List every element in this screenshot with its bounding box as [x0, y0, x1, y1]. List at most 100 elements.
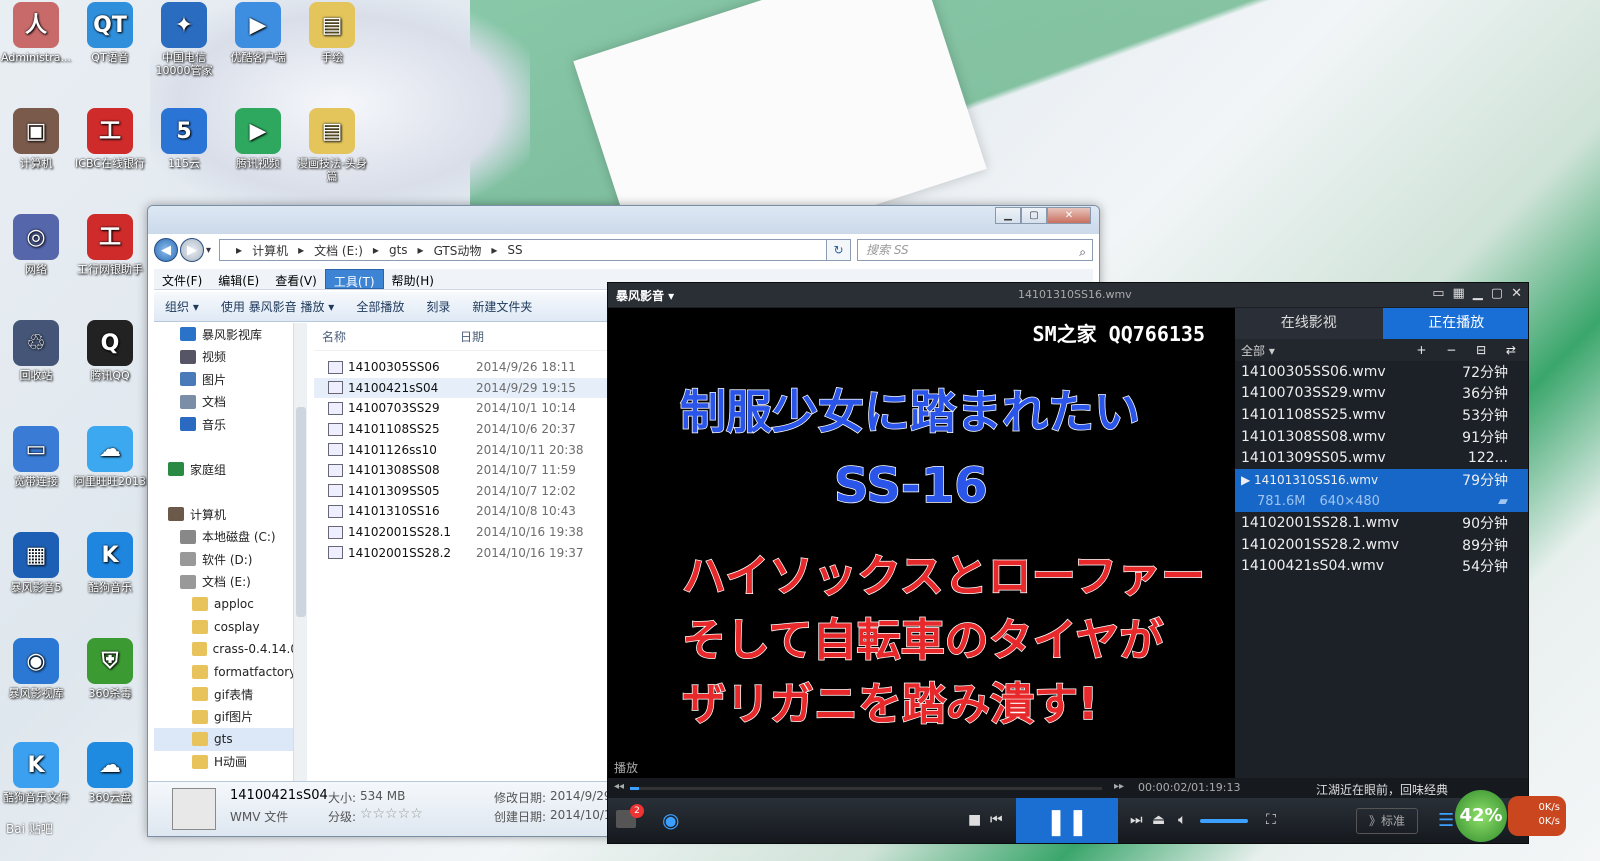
desktop-icon[interactable]: QT QT语音 — [74, 2, 146, 64]
desktop-icon[interactable]: ▤ 手绘 — [296, 2, 368, 64]
minimize-icon[interactable]: ▁ — [1473, 286, 1483, 301]
toolbar-button[interactable]: 全部播放 — [345, 298, 415, 315]
nav-item[interactable]: gts — [154, 728, 298, 751]
breadcrumb-item[interactable]: SS — [507, 243, 522, 257]
next-button[interactable]: ⏭ — [1130, 812, 1143, 828]
nav-item[interactable]: cosplay — [154, 616, 298, 639]
nav-item[interactable]: H动画 — [154, 751, 298, 774]
previous-button[interactable]: ⏮ — [990, 812, 1003, 828]
seek-back-icon[interactable]: ◂◂ — [614, 781, 624, 792]
breadcrumb-item[interactable]: 计算机 — [252, 242, 288, 259]
minimize-button[interactable]: ▁ — [995, 207, 1021, 224]
explorer-titlebar[interactable] — [148, 206, 1099, 234]
playlist-tool-icons[interactable]: + − ⊟ ⇄ — [1416, 343, 1524, 357]
address-bar[interactable]: ▸ 计算机 ▸ 文档 (E:) ▸ gts ▸ GTS动物 ▸ SS — [219, 239, 827, 261]
menu-item[interactable]: 编辑(E) — [210, 269, 267, 289]
breadcrumb-item[interactable]: GTS动物 — [434, 242, 482, 259]
nav-item[interactable]: 软件 (D:) — [154, 548, 298, 571]
menu-item[interactable]: 文件(F) — [154, 269, 210, 289]
video-area[interactable]: SM之家 QQ766135 制服少女に踏まれたい SS-16 ハイソックスとロー… — [608, 308, 1235, 778]
nav-item[interactable]: 本地磁盘 (C:) — [154, 526, 298, 549]
playlist-item[interactable]: 14102001SS28.2.wmv 89分钟 — [1235, 534, 1528, 556]
desktop-icon[interactable]: ☁ 360云盘 — [74, 742, 146, 804]
playlist-item[interactable]: 14100305SS06.wmv 72分钟 — [1235, 361, 1528, 383]
network-monitor-ball[interactable]: 42% — [1455, 790, 1507, 842]
desktop-icon[interactable]: ▭ 宽带连接 — [0, 426, 72, 488]
menu-item[interactable]: 帮助(H) — [384, 269, 442, 289]
player-titlebar[interactable]: 暴风影音 ▾ 14101310SS16.wmv ▭ ▦ ▁ ▢ ✕ — [608, 283, 1528, 307]
desktop-icon[interactable]: ▦ 暴风影音5 — [0, 532, 72, 594]
desktop-icon[interactable]: 5 115云 — [148, 108, 220, 170]
nav-item[interactable]: 计算机 — [154, 503, 298, 526]
search-icon[interactable]: ⌕ — [1079, 242, 1086, 262]
desktop-icon[interactable]: ♲ 回收站 — [0, 320, 72, 382]
desktop-icon[interactable]: ☁ 阿里旺旺2013 — [74, 426, 146, 488]
menu-item[interactable]: 工具(T) — [324, 269, 384, 289]
desktop-icon[interactable]: ▶ 腾讯视频 — [222, 108, 294, 170]
breadcrumb-item[interactable]: gts — [389, 243, 408, 257]
playlist-item[interactable]: 14100703SS29.wmv 36分钟 — [1235, 383, 1528, 405]
nav-item[interactable]: formatfactory — [154, 661, 298, 684]
seek-forward-icon[interactable]: ▸▸ — [1114, 781, 1124, 792]
toolbar-button[interactable]: 新建文件夹 — [461, 298, 543, 315]
playlist-tab[interactable]: 在线影视 — [1235, 308, 1383, 339]
playlist-filter-dropdown[interactable]: 全部 ▾ — [1241, 342, 1275, 359]
navigation-scrollbar[interactable] — [293, 323, 307, 783]
column-name-header[interactable]: 名称 — [314, 328, 460, 345]
menu-item[interactable]: 查看(V) — [267, 269, 325, 289]
nav-item[interactable]: apploc — [154, 593, 298, 616]
playlist-item[interactable]: 14100421sS04.wmv 54分钟 — [1235, 555, 1528, 577]
nav-item[interactable]: 图片 — [154, 368, 298, 391]
nav-item[interactable]: gif图片 — [154, 706, 298, 729]
search-input[interactable]: 搜索 SS ⌕ — [857, 239, 1093, 261]
desktop-icon[interactable]: ▶ 优酷客户端 — [222, 2, 294, 64]
maximize-icon[interactable]: ▢ — [1491, 286, 1503, 301]
player-logo-menu[interactable]: 暴风影音 ▾ — [616, 287, 674, 304]
nav-item[interactable]: 文档 — [154, 391, 298, 414]
playlist-item[interactable]: 14101108SS25.wmv 53分钟 — [1235, 404, 1528, 426]
skin-icon[interactable]: ▦ — [1453, 286, 1465, 301]
desktop-icon[interactable]: ▣ 计算机 — [0, 108, 72, 170]
nav-item[interactable]: 文档 (E:) — [154, 571, 298, 594]
back-button[interactable]: ◀ — [154, 238, 178, 262]
playlist-item[interactable]: 14101308SS08.wmv 91分钟 — [1235, 426, 1528, 448]
desktop-icon[interactable]: ◎ 网络 — [0, 214, 72, 276]
desktop-icon[interactable]: ▤ 漫画技法-头身篇 — [296, 108, 368, 183]
forward-button[interactable]: ▶ — [180, 238, 204, 262]
quality-standard-button[interactable]: 》标准 — [1356, 808, 1418, 834]
desktop-icon[interactable]: 人 Administra... — [0, 2, 72, 64]
volume-slider[interactable] — [1200, 819, 1248, 823]
desktop-icon[interactable]: K 酷狗音乐 — [74, 532, 146, 594]
scroll-thumb[interactable] — [296, 407, 306, 617]
fullscreen-icon[interactable]: ⛶ — [1266, 812, 1276, 828]
desktop-icon[interactable]: Q 腾讯QQ — [74, 320, 146, 382]
stop-button[interactable]: ■ — [968, 812, 981, 828]
playlist-toggle-icon[interactable]: ☰ — [1438, 810, 1454, 831]
seek-bar[interactable] — [630, 787, 1102, 790]
desktop-icon[interactable]: ✦ 中国电信10000管家 — [148, 2, 220, 77]
refresh-button[interactable]: ↻ — [827, 239, 851, 261]
close-icon[interactable]: ✕ — [1511, 286, 1522, 301]
eject-icon[interactable]: ⏏ — [1152, 812, 1165, 828]
maximize-button[interactable]: ▢ — [1021, 207, 1047, 224]
nav-item[interactable]: 暴风影视库 — [154, 323, 298, 346]
nav-item[interactable]: crass-0.4.14.0 — [154, 638, 298, 661]
desktop-icon[interactable]: K 酷狗音乐文件 — [0, 742, 72, 804]
playlist-item[interactable]: 14102001SS28.1.wmv 90分钟 — [1235, 512, 1528, 534]
playlist-item[interactable]: ▶ 14101310SS16.wmv 79分钟 — [1235, 468, 1528, 491]
pause-button[interactable]: ❚❚ — [1016, 798, 1118, 843]
nav-item[interactable]: 视频 — [154, 346, 298, 369]
breadcrumb-item[interactable]: 文档 (E:) — [314, 242, 363, 259]
desktop-icon[interactable]: 工 ICBC在线银行 — [74, 108, 146, 170]
toolbar-button[interactable]: 刻录 — [415, 298, 461, 315]
toolbar-button[interactable]: 使用 暴风影音 播放 ▾ — [210, 298, 345, 315]
desktop-icon[interactable]: 工工行网银助手 — [74, 214, 146, 276]
nav-item[interactable]: gif表情 — [154, 683, 298, 706]
nav-item[interactable]: 家庭组 — [154, 458, 298, 481]
playlist-tab[interactable]: 正在播放 — [1382, 308, 1528, 339]
desktop-icon[interactable]: ◉ 暴风影视库 — [0, 638, 72, 700]
toolbar-button[interactable]: 组织 ▾ — [154, 298, 210, 315]
feedback-icon[interactable]: ▭ — [1432, 286, 1444, 301]
eye-protect-icon[interactable]: ◉ — [662, 808, 679, 832]
recent-pages-dropdown[interactable]: ▾ — [206, 245, 211, 256]
